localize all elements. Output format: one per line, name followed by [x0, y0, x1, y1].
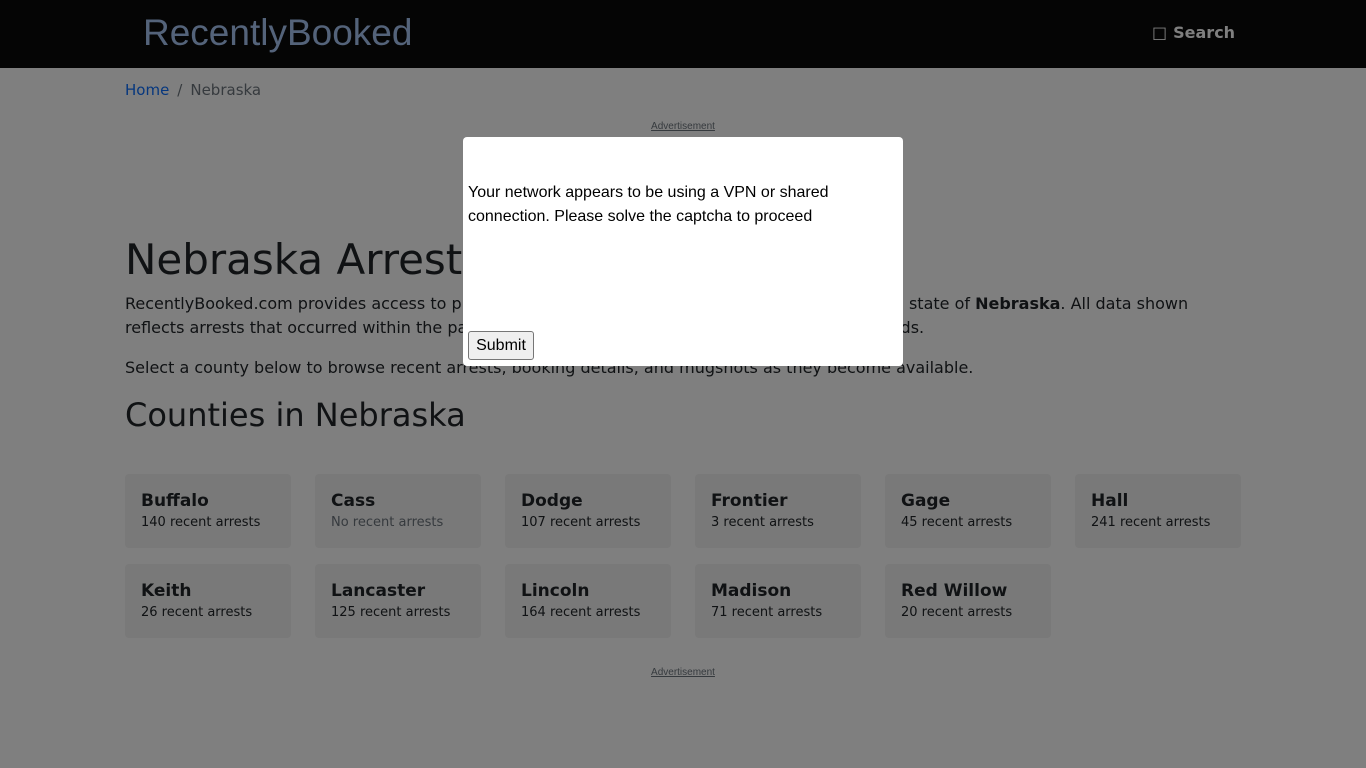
submit-button[interactable]: Submit [468, 331, 534, 360]
captcha-modal: Your network appears to be using a VPN o… [463, 137, 903, 366]
modal-backdrop [0, 0, 1366, 768]
captcha-message: Your network appears to be using a VPN o… [468, 184, 829, 225]
